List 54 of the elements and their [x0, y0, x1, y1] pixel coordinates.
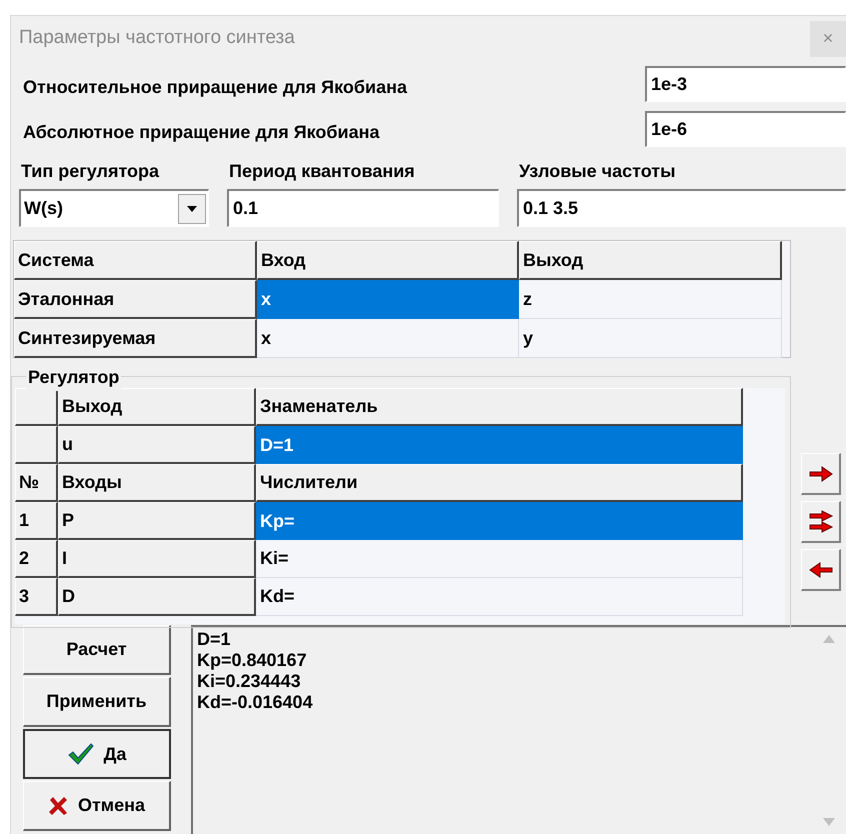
field-label: Период квантования: [229, 160, 416, 183]
window-title: Параметры частотного синтеза: [19, 26, 295, 50]
output-line: D=1: [197, 629, 232, 650]
column-header: Система: [14, 241, 257, 280]
dropdown-value: W(s): [24, 197, 63, 220]
row-header: Эталонная: [14, 280, 257, 319]
table-cell[interactable]: x: [257, 280, 519, 319]
row-number: 1: [15, 502, 58, 540]
column-header: №: [15, 464, 58, 502]
dialog-button[interactable]: Расчет: [23, 625, 171, 675]
left-arrow-icon: [808, 560, 834, 580]
double-arrow-icon: [808, 510, 834, 534]
input-field[interactable]: 0.1: [227, 189, 499, 227]
caret-icon: [187, 206, 197, 212]
input-field[interactable]: 1e-6: [645, 110, 846, 146]
column-header: Выход: [519, 241, 782, 280]
row-number: 2: [15, 540, 58, 578]
right-arrow-icon: [808, 464, 834, 484]
field-label: Абсолютное приращение для Якобиана: [23, 121, 381, 144]
column-header: Числители: [256, 464, 743, 502]
table-cell[interactable]: y: [519, 319, 782, 358]
field-label: Узловые частоты: [519, 160, 676, 183]
column-header: Вход: [257, 241, 519, 280]
field-label: Относительное приращение для Якобиана: [23, 76, 408, 99]
arrow-button[interactable]: [801, 453, 841, 495]
dialog-button[interactable]: Отмена: [23, 781, 171, 831]
row-header: Синтезируемая: [14, 319, 257, 358]
dropdown[interactable]: W(s): [19, 189, 209, 227]
dialog-button[interactable]: Применить: [23, 677, 171, 727]
row-header: P: [58, 502, 256, 540]
column-header: Входы: [58, 464, 256, 502]
row-header: I: [58, 540, 256, 578]
row-number: 3: [15, 578, 58, 616]
input-field[interactable]: 0.1 3.5: [517, 189, 846, 227]
column-header: Выход: [58, 388, 256, 426]
row-header: D: [58, 578, 256, 616]
table-cell[interactable]: D=1: [256, 426, 743, 464]
input-field[interactable]: 1e-3: [645, 66, 846, 102]
output-line: Ki=0.234443: [197, 671, 302, 692]
table-cell[interactable]: x: [257, 319, 519, 358]
output-line: Kp=0.840167: [197, 650, 308, 671]
arrow-button[interactable]: [801, 549, 841, 591]
output-line: Kd=-0.016404: [197, 692, 314, 713]
table-cell[interactable]: Kp=: [256, 502, 743, 540]
column-header: Знаменатель: [256, 388, 743, 426]
table-cell[interactable]: Ki=: [256, 540, 743, 578]
check-icon: [68, 743, 94, 765]
row-header: u: [58, 426, 256, 464]
cross-icon: [48, 796, 68, 816]
table-cell[interactable]: Kd=: [256, 578, 743, 616]
field-label: Тип регулятора: [21, 160, 160, 183]
table-cell[interactable]: z: [519, 280, 782, 319]
arrow-button[interactable]: [801, 501, 841, 543]
dialog-button[interactable]: Да: [23, 729, 171, 779]
